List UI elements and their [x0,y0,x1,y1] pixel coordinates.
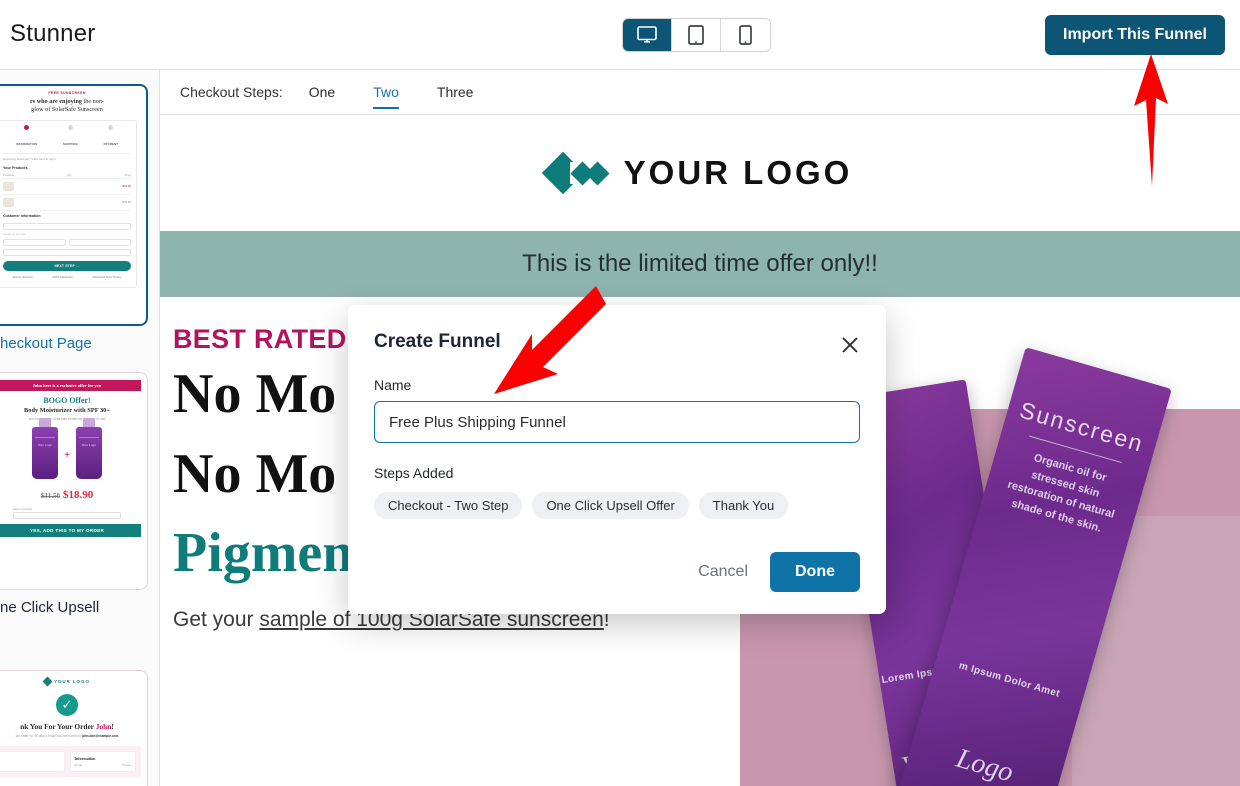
thankyou-info-panel: Information Email Phone [0,746,141,777]
thumb-tag: FREE SUNSCREEN [48,91,86,95]
thankyou-summary-col [0,751,65,772]
close-icon[interactable] [836,331,864,359]
thumb-next-step-button: NEXT STEP → [3,260,131,271]
thumb-step-row: INFORMATION SHIPPING PAYMENT [3,124,131,154]
page-logo-row: YOUR LOGO [160,115,1240,231]
device-toggle-tablet[interactable] [672,19,721,51]
device-preview-toggle-group[interactable] [622,18,771,52]
checkout-steps-bar: Checkout Steps: One Two Three [160,70,1240,115]
thumb-step-information: INFORMATION [16,124,38,150]
thankyou-title: nk You For Your Order John! [20,722,114,731]
upsell-qty-select [13,512,121,519]
step-chip-checkout-two-step[interactable]: Checkout - Two Step [374,492,523,519]
lock-icon: Distributed Store Privacy [92,275,122,279]
logo-diamond-icon [42,676,53,687]
thumbnail-one-click-upsell[interactable]: John here is a exclusive offer for you B… [0,372,148,590]
cancel-button[interactable]: Cancel [698,563,748,581]
thumb-first-name-input [3,238,66,246]
success-check-icon: ✓ [56,694,78,716]
thumb-headline: rs who are enjoying the non- glow of Sol… [0,95,146,115]
upsell-price-old: $31.50 [40,492,60,500]
sidebar-label-one-click-upsell: ne Click Upsell [0,599,100,616]
app-root: Stunner Import This Funnel Checkout Step… [0,0,1240,786]
sidebar-item-thank-you[interactable]: YOUR LOGO ✓ nk You For Your Order John! … [0,670,148,786]
thumb-product-row: $18.90 [3,179,131,195]
upsell-title: BOGO Offer! [43,396,91,405]
thumb-customer-title: Customer Information [3,213,41,218]
checkout-steps-label: Checkout Steps: [180,84,283,100]
thumb-phone-input [3,248,131,256]
done-button[interactable]: Done [770,552,860,592]
upsell-banner: John here is a exclusive offer for you [0,380,141,391]
create-funnel-modal: Create Funnel Name Steps Added Checkout … [348,305,886,614]
tube-front-script-text: Logo [952,742,1017,786]
device-toggle-desktop[interactable] [623,19,672,51]
mobile-icon [739,25,752,45]
thumbnail-checkout-page[interactable]: FREE SUNSCREEN rs who are enjoying the n… [0,84,148,326]
page-logo-text: YOUR LOGO [623,154,853,191]
thumb-product-row: $49.00 [3,195,131,211]
upsell-qty-label: Select Quantity [13,507,32,511]
thankyou-subtitle: our order no. #0 and a email has been se… [15,734,119,738]
trust-badge-icon: 100% Satisfaction [52,275,74,279]
step-chip-one-click-upsell-offer[interactable]: One Click Upsell Offer [532,492,689,519]
upsell-price-new: $18.90 [63,489,94,501]
product-bottle-image: Your Logo [32,418,59,479]
sidebar-label-checkout-page: heckout Page [0,335,92,352]
steps-added-chip-list: Checkout - Two Step One Click Upsell Off… [374,492,860,519]
thankyou-logo: YOUR LOGO [0,671,147,687]
panel-row: Email Phone [74,763,132,767]
sidebar-item-checkout-page[interactable]: FREE SUNSCREEN rs who are enjoying the n… [0,84,148,352]
product-bottle-image: Your Logo [75,418,102,479]
product-thumb-image [3,181,14,191]
thumb-name-inputs [3,236,131,246]
thumb-email-input [3,222,131,230]
step-dot-icon [24,124,30,130]
tablet-icon [688,25,704,45]
thumb-products-title: Your Products [3,165,28,170]
tube-front-footer-text: m Ipsum Dolor Amet [957,660,1062,700]
upsell-products: Your Logo + Your Logo [0,418,147,481]
funnel-name-input[interactable] [374,401,860,443]
modal-action-row: Cancel Done [698,552,860,592]
step-dot-icon [108,124,114,130]
product-thumb-image [3,197,14,207]
thumbnail-thank-you[interactable]: YOUR LOGO ✓ nk You For Your Order John! … [0,670,148,786]
device-toggle-mobile[interactable] [721,19,770,51]
funnel-steps-sidebar[interactable]: FREE SUNSCREEN rs who are enjoying the n… [0,70,160,786]
step-chip-thank-you[interactable]: Thank You [698,492,789,519]
thumb-headline-bold: rs who are enjoying [30,98,82,105]
step-dot-icon [68,124,74,130]
thumb-step-payment: PAYMENT [104,124,119,150]
thumb-trust-row: Secure Checkout 100% Satisfaction Distri… [3,271,131,283]
upsell-price: $31.50 $18.90 [0,481,147,503]
trust-badge-icon: Secure Checkout [12,275,33,279]
top-bar: Stunner Import This Funnel [0,0,1240,70]
steps-added-label: Steps Added [374,465,454,481]
plus-icon: + [64,450,70,461]
desktop-icon [637,26,657,43]
brand-diamond-logo-icon [541,151,610,195]
thumb-last-name-input [68,238,131,246]
checkout-step-tab-two[interactable]: Two [373,70,399,115]
thumb-products-header: Products Qty Price [3,172,131,179]
checkout-step-tab-three[interactable]: Three [437,70,474,115]
upsell-description: ack contains two SolarSafe Bottles for t… [28,417,106,421]
limited-time-offer-band: This is the limited time offer only!! [160,231,1240,297]
upsell-cta-button: YES, ADD THIS TO MY ORDER [0,524,141,537]
thumb-returning-customer: Returning customer? Click here to login [3,156,56,161]
thumb-checkout-card: INFORMATION SHIPPING PAYMENT Returning c… [0,119,137,288]
thumb-headline-rest: the non- [81,98,104,105]
upsell-subtitle: Body Moisturizer with SPF 30+ [23,407,110,414]
thankyou-information-col: Information Email Phone [69,751,136,772]
sidebar-item-one-click-upsell[interactable]: John here is a exclusive offer for you B… [0,372,148,616]
name-field-label: Name [374,377,412,393]
modal-title: Create Funnel [374,331,501,352]
import-this-funnel-button[interactable]: Import This Funnel [1045,15,1225,55]
tube-product-description: Organic oil for stressed skin restoratio… [1006,451,1116,535]
thumb-step-shipping: SHIPPING [63,124,78,150]
thumb-headline-line2: glow of SolarSafe Sunscreen [31,106,103,114]
app-brand-title: Stunner [10,20,96,47]
checkout-step-tab-one[interactable]: One [309,70,335,115]
